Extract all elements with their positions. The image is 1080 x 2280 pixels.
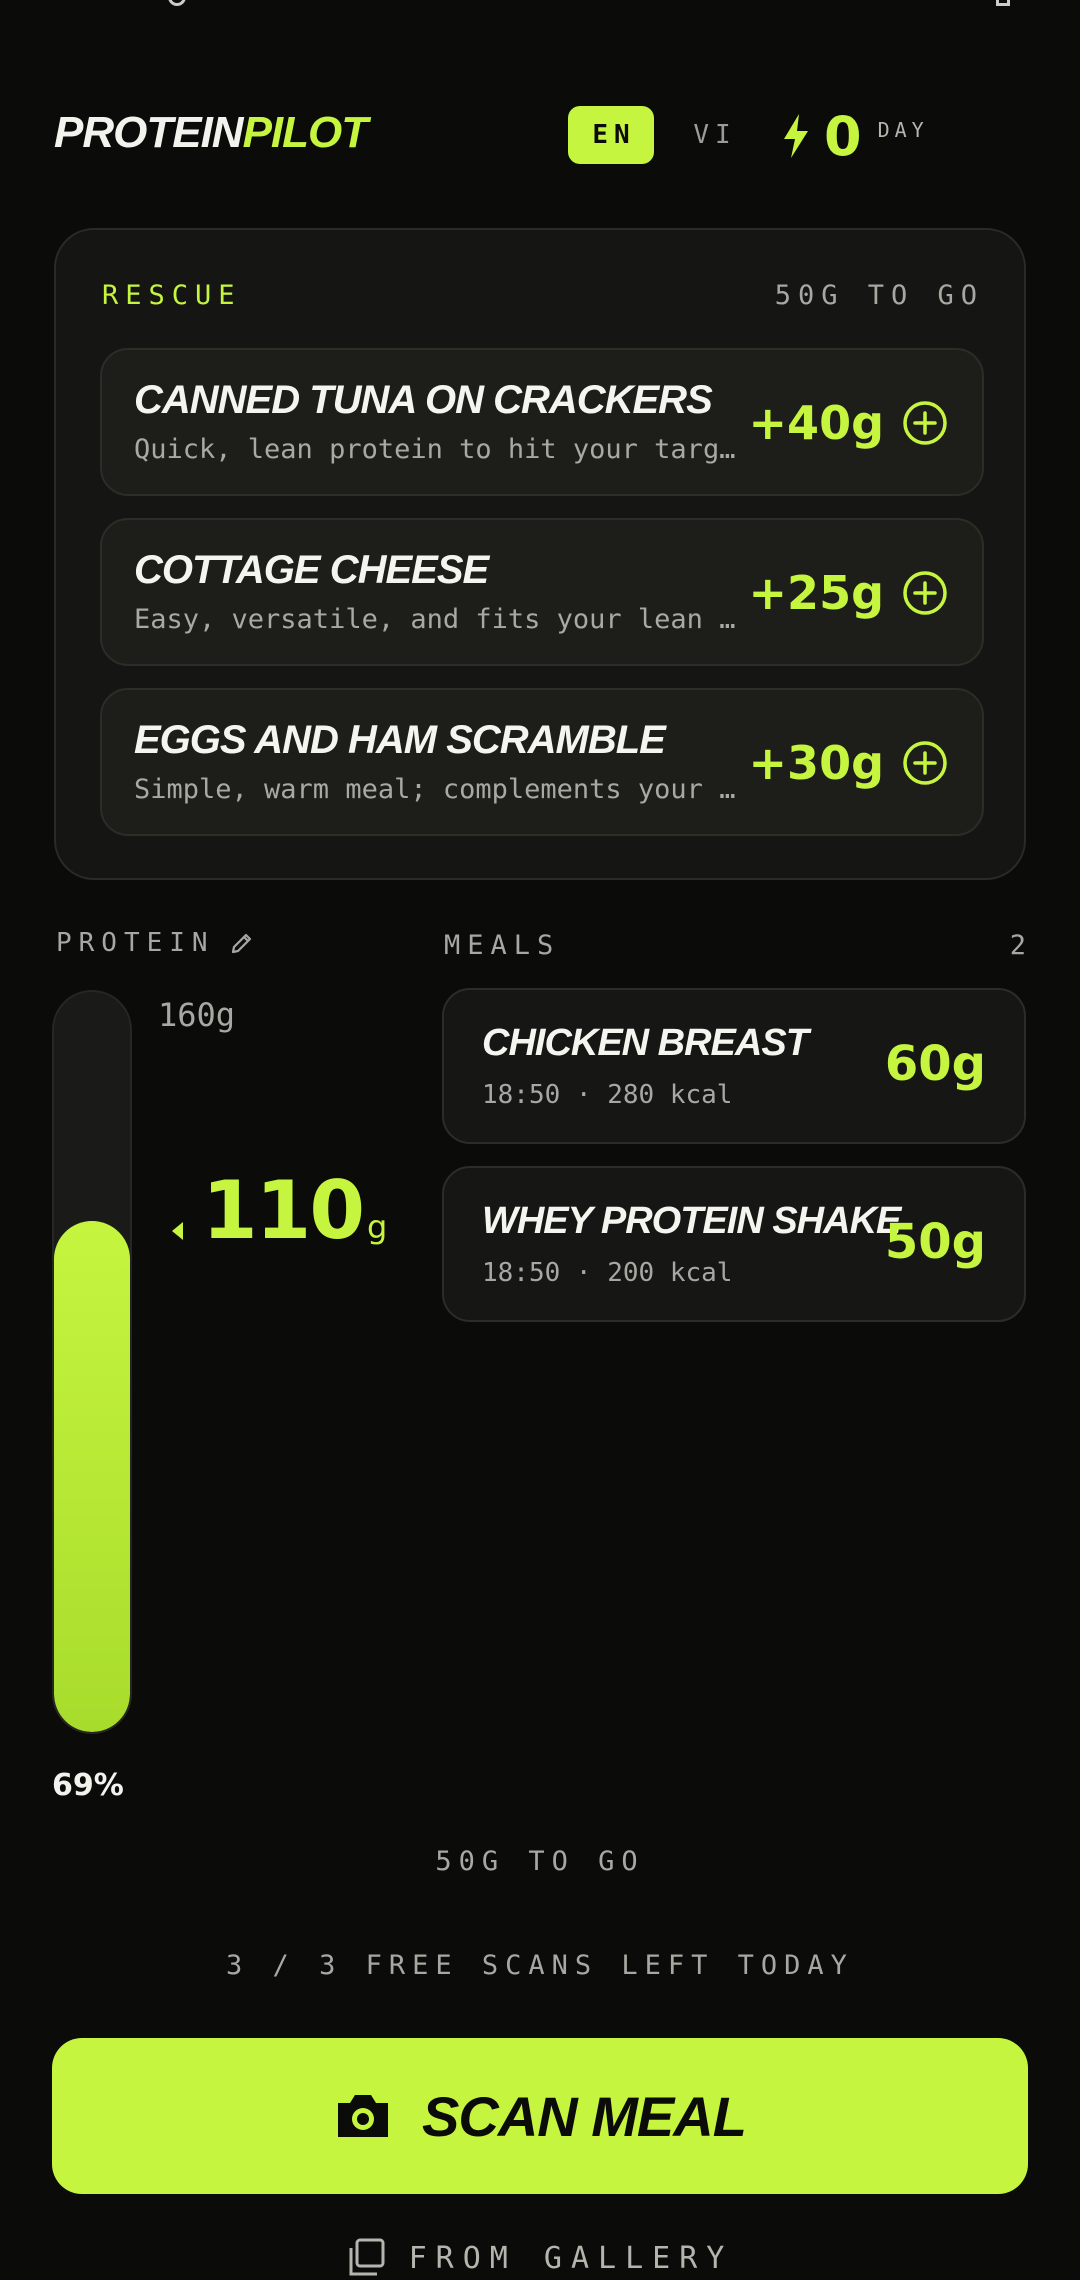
logo-part-pilot: PILOT (242, 108, 369, 157)
meal-meta: 18:50 · 280 kcal (482, 1080, 733, 1110)
from-gallery-label: FROM GALLERY (408, 2240, 734, 2276)
suggestion-card[interactable]: EGGS AND HAM SCRAMBLE Simple, warm meal;… (100, 688, 984, 836)
streak-unit: DAY (877, 118, 929, 142)
language-vi-button[interactable]: VI (680, 106, 750, 164)
plus-circle-icon[interactable] (902, 740, 948, 786)
protein-current-value: 110 (202, 1164, 365, 1257)
rescue-panel: RESCUE 50G TO GO CANNED TUNA ON CRACKERS… (54, 228, 1026, 880)
rescue-title: RESCUE (102, 280, 242, 311)
meals-label: MEALS (444, 930, 561, 961)
streak-counter: 0 DAY (782, 100, 929, 172)
plus-circle-icon[interactable] (902, 400, 948, 446)
language-en-button[interactable]: EN (568, 106, 654, 164)
streak-count: 0 (824, 104, 862, 168)
suggestion-amount: +25g (748, 566, 884, 620)
suggestion-desc: Quick, lean protein to hit your target f… (134, 434, 744, 465)
status-icon (168, 0, 186, 6)
suggestion-amount: +40g (748, 396, 884, 450)
meal-name: WHEY PROTEIN SHAKE (482, 1200, 901, 1242)
rescue-to-go: 50G TO GO (774, 280, 984, 311)
plus-circle-icon[interactable] (902, 570, 948, 616)
suggestion-name: COTTAGE CHEESE (134, 548, 489, 592)
scan-meal-button[interactable]: SCAN MEAL (52, 2038, 1028, 2194)
free-scans-left: 3 / 3 FREE SCANS LEFT TODAY (226, 1950, 854, 1981)
meal-card[interactable]: WHEY PROTEIN SHAKE 18:50 · 200 kcal 50g (442, 1166, 1026, 1322)
battery-icon (996, 0, 1010, 6)
suggestion-card[interactable]: COTTAGE CHEESE Easy, versatile, and fits… (100, 518, 984, 666)
scan-meal-label: SCAN MEAL (422, 2084, 747, 2148)
header: PROTEINPILOT EN VI 0 DAY (54, 100, 1026, 172)
protein-label-text: PROTEIN (56, 928, 215, 958)
suggestion-desc: Easy, versatile, and fits your lean goal… (134, 604, 744, 635)
protein-label[interactable]: PROTEIN (56, 928, 255, 958)
protein-progress-fill (54, 1221, 130, 1732)
app-logo: PROTEINPILOT (54, 108, 369, 158)
suggestion-name: CANNED TUNA ON CRACKERS (134, 378, 713, 422)
status-bar (0, 0, 1080, 20)
protein-current: 110 g (172, 1164, 387, 1257)
meal-protein: 60g (884, 1036, 986, 1092)
suggestion-card[interactable]: CANNED TUNA ON CRACKERS Quick, lean prot… (100, 348, 984, 496)
protein-goal: 160g (158, 996, 236, 1034)
suggestion-amount: +30g (748, 736, 884, 790)
bolt-icon (784, 114, 808, 158)
from-gallery-button[interactable]: FROM GALLERY (0, 2238, 1080, 2278)
protein-percent: 69% (52, 1768, 124, 1803)
suggestion-desc: Simple, warm meal; complements your day. (134, 774, 744, 805)
remaining-to-go: 50G TO GO (435, 1846, 645, 1877)
meal-protein: 50g (884, 1214, 986, 1270)
protein-current-unit: g (367, 1208, 388, 1246)
protein-progress-bar (52, 990, 132, 1734)
logo-part-protein: PROTEIN (54, 108, 244, 157)
meal-name: CHICKEN BREAST (482, 1022, 809, 1064)
pencil-icon[interactable] (229, 930, 255, 956)
meals-count: 2 (1009, 930, 1026, 961)
progress-marker-icon (172, 1222, 183, 1240)
camera-icon (338, 2095, 389, 2137)
suggestion-name: EGGS AND HAM SCRAMBLE (134, 718, 666, 762)
meal-card[interactable]: CHICKEN BREAST 18:50 · 280 kcal 60g (442, 988, 1026, 1144)
meal-meta: 18:50 · 200 kcal (482, 1258, 733, 1288)
gallery-icon (349, 2238, 385, 2276)
